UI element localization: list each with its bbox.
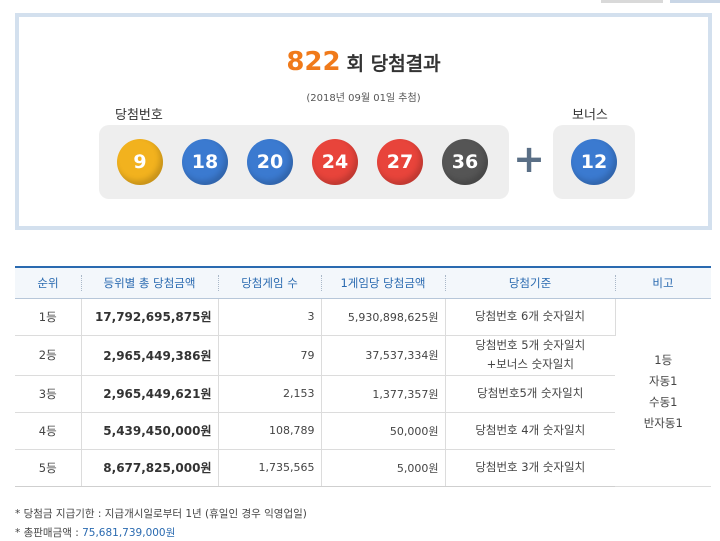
header-criteria: 당첨기준 (445, 266, 615, 299)
note-line: 자동1 (649, 374, 678, 388)
rank-cell: 5등 (15, 449, 82, 487)
note-line: 1등 (654, 353, 673, 367)
header-rank: 순위 (15, 266, 81, 299)
criteria-cell: 당첨번호 4개 숫자일치 (445, 412, 615, 450)
prize-per-game-cell: 5,000원 (321, 449, 446, 487)
winning-games-cell: 108,789 (218, 412, 322, 450)
header-winning-games: 당첨게임 수 (218, 266, 321, 299)
top-strip (0, 0, 720, 6)
bonus-number-panel: 12 (553, 125, 635, 199)
winning-ball-3: 20 (247, 139, 293, 185)
winning-ball-1: 9 (117, 139, 163, 185)
rank-cell: 3등 (15, 375, 82, 413)
winning-games-cell: 79 (218, 335, 322, 376)
winning-numbers-panel: 9 18 20 24 27 36 (99, 125, 509, 199)
total-prize-cell: 17,792,695,875원 (81, 298, 219, 336)
header-note: 비고 (615, 266, 711, 299)
footnotes: * 당첨금 지급기한 : 지급개시일로부터 1년 (휴일인 경우 익영업일) *… (15, 505, 307, 541)
table-row: 5등 8,677,825,000원 1,735,565 5,000원 당첨번호 … (15, 449, 711, 487)
total-prize-cell: 2,965,449,386원 (81, 335, 219, 376)
winning-numbers-label: 당첨번호 (115, 108, 163, 123)
winning-ball-4: 24 (312, 139, 358, 185)
note-cell: 1등 자동1 수동1 반자동1 (615, 298, 711, 487)
rank-cell: 2등 (15, 335, 82, 376)
criteria-line-bonus: +보너스 숫자일치 (486, 357, 574, 371)
criteria-cell: 당첨번호 3개 숫자일치 (445, 449, 615, 487)
rank-cell: 1등 (15, 298, 82, 336)
total-sales-label: * 총판매금액 : (15, 527, 83, 539)
table-row: 3등 2,965,449,621원 2,153 1,377,357원 당첨번호5… (15, 375, 711, 413)
prize-per-game-cell: 1,377,357원 (321, 375, 446, 413)
header-prize-per-game: 1게임당 당첨금액 (321, 266, 445, 299)
round-title: 822 회 당첨결과 (19, 47, 708, 77)
header-total-prize: 등위별 총 당첨금액 (81, 266, 218, 299)
total-sales-amount: 75,681,739,000원 (82, 527, 176, 539)
prize-per-game-cell: 5,930,898,625원 (321, 298, 446, 336)
round-title-text: 회 당첨결과 (346, 52, 441, 75)
payment-deadline-note: * 당첨금 지급기한 : 지급개시일로부터 1년 (휴일인 경우 익영업일) (15, 508, 307, 520)
winning-ball-6: 36 (442, 139, 488, 185)
criteria-cell: 당첨번호5개 숫자일치 (445, 375, 615, 413)
table-row: 1등 17,792,695,875원 3 5,930,898,625원 당첨번호… (15, 298, 711, 487)
table-row: 2등 2,965,449,386원 79 37,537,334원 당첨번호 5개… (15, 335, 711, 376)
prize-table: 순위 등위별 총 당첨금액 당첨게임 수 1게임당 당첨금액 당첨기준 비고 1… (15, 266, 711, 487)
prize-table-wrapper: 순위 등위별 총 당첨금액 당첨게임 수 1게임당 당첨금액 당첨기준 비고 1… (15, 266, 711, 487)
table-row: 4등 5,439,450,000원 108,789 50,000원 당첨번호 4… (15, 412, 711, 450)
total-sales-note: * 총판매금액 : 75,681,739,000원 (15, 524, 307, 541)
draw-result-box: 822 회 당첨결과 (2018년 09월 01일 추첨) 당첨번호 보너스 9 … (15, 13, 712, 230)
criteria-line: 당첨번호 5개 숫자일치 (475, 338, 586, 352)
bonus-number-label: 보너스 (572, 108, 608, 123)
plus-sign: + (513, 137, 545, 181)
criteria-cell: 당첨번호 6개 숫자일치 (445, 298, 616, 336)
prize-per-game-cell: 50,000원 (321, 412, 446, 450)
winning-ball-5: 27 (377, 139, 423, 185)
note-line: 반자동1 (643, 416, 683, 430)
criteria-cell: 당첨번호 5개 숫자일치 +보너스 숫자일치 (445, 335, 615, 376)
note-line: 수동1 (649, 395, 678, 409)
winning-games-cell: 3 (218, 298, 322, 336)
rank-cell: 4등 (15, 412, 82, 450)
prize-table-header: 순위 등위별 총 당첨금액 당첨게임 수 1게임당 당첨금액 당첨기준 비고 (15, 266, 711, 299)
top-tab-left[interactable] (601, 0, 663, 3)
winning-ball-2: 18 (182, 139, 228, 185)
top-tab-right[interactable] (670, 0, 720, 3)
draw-date: (2018년 09월 01일 추첨) (306, 93, 421, 104)
round-number: 822 (286, 47, 341, 77)
winning-games-cell: 1,735,565 (218, 449, 322, 487)
winning-games-cell: 2,153 (218, 375, 322, 413)
total-prize-cell: 5,439,450,000원 (81, 412, 219, 450)
bonus-ball: 12 (571, 139, 617, 185)
total-prize-cell: 8,677,825,000원 (81, 449, 219, 487)
prize-per-game-cell: 37,537,334원 (321, 335, 446, 376)
total-prize-cell: 2,965,449,621원 (81, 375, 219, 413)
